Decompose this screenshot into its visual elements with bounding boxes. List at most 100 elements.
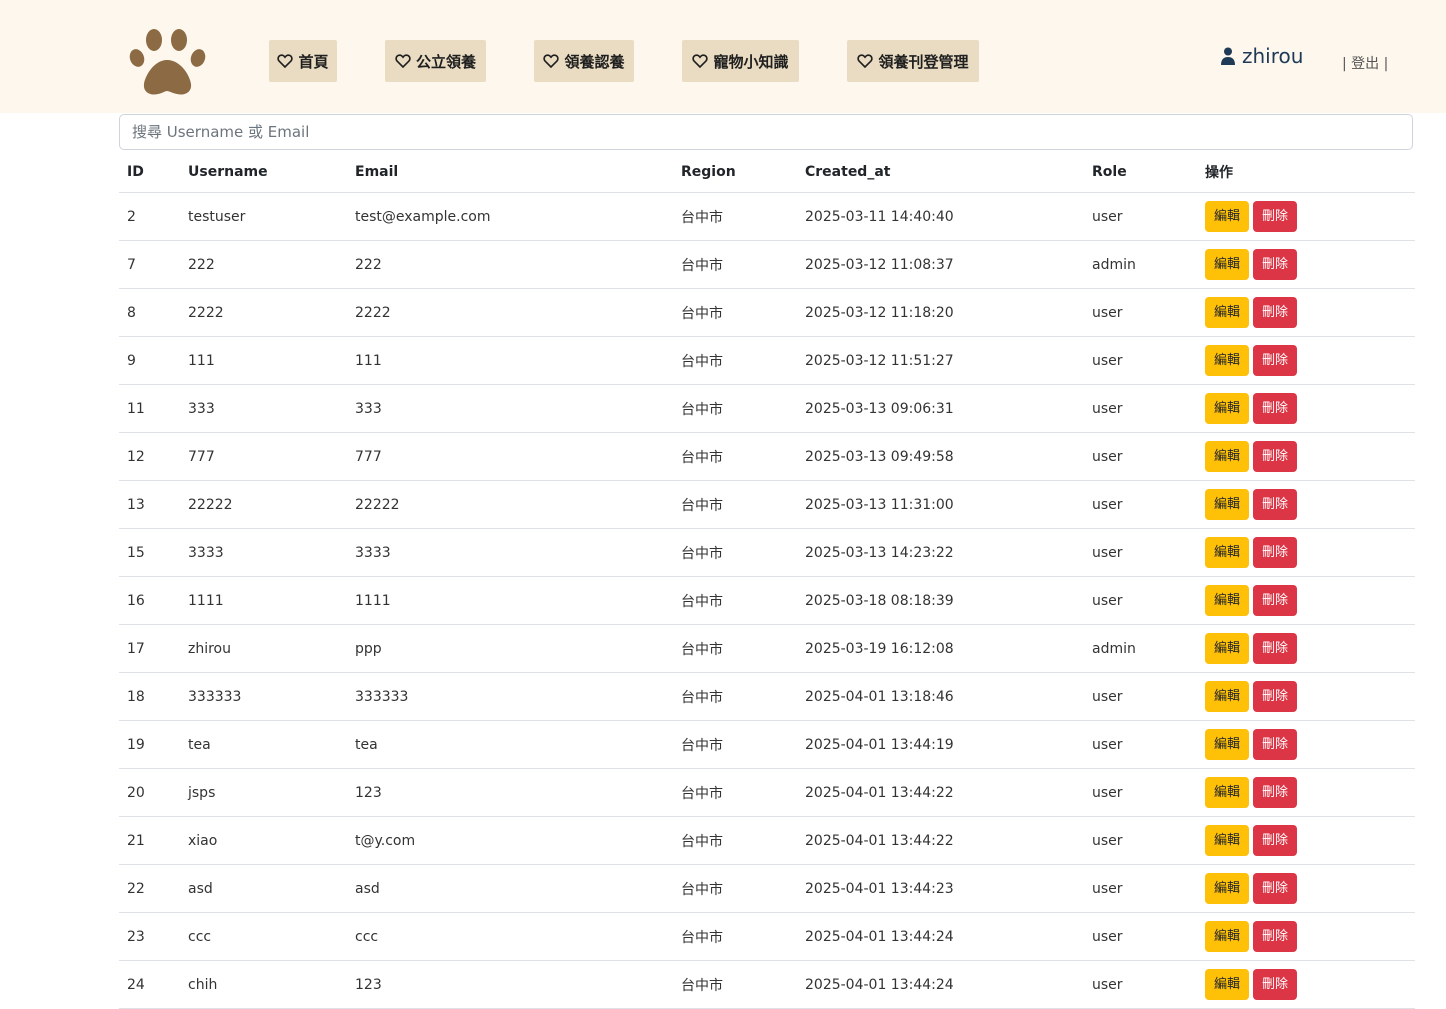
paw-logo-icon[interactable] [128, 26, 208, 98]
edit-button[interactable]: 編輯 [1205, 297, 1250, 328]
cell-id: 9 [119, 336, 180, 385]
delete-button[interactable]: 刪除 [1253, 921, 1298, 952]
delete-button[interactable]: 刪除 [1253, 969, 1298, 1000]
cell-region: 台中市 [673, 528, 797, 577]
nav-home-label: 首頁 [298, 52, 329, 71]
table-row: 19 tea tea 台中市 2025-04-01 13:44:19 user 編輯 刪除 [119, 720, 1415, 769]
table-row: 23 ccc ccc 台中市 2025-04-01 13:44:24 user 編輯 刪除 [119, 912, 1415, 961]
edit-button[interactable]: 編輯 [1205, 633, 1250, 664]
cell-created-at: 2025-03-13 09:49:58 [797, 432, 1084, 481]
cell-role: user [1084, 288, 1197, 337]
delete-button[interactable]: 刪除 [1253, 729, 1298, 760]
cell-username: zhirou [180, 624, 347, 673]
table-row: 21 xiao t@y.com 台中市 2025-04-01 13:44:22 user 編… [119, 816, 1415, 865]
cell-region: 台中市 [673, 864, 797, 913]
delete-button[interactable]: 刪除 [1253, 681, 1298, 712]
user-icon [1221, 47, 1235, 65]
cell-created-at: 2025-04-01 13:44:19 [797, 720, 1084, 769]
nav-pet-knowledge-label: 寵物小知識 [713, 52, 789, 71]
delete-button[interactable]: 刪除 [1253, 201, 1298, 232]
col-header-id: ID [119, 152, 180, 193]
cell-username: 1111 [180, 576, 347, 625]
nav-home[interactable]: 首頁 [269, 40, 337, 82]
cell-username: 111 [180, 336, 347, 385]
cell-username: xiao [180, 816, 347, 865]
cell-id: 23 [119, 912, 180, 961]
delete-button[interactable]: 刪除 [1253, 297, 1298, 328]
cell-username: asd [180, 864, 347, 913]
delete-button[interactable]: 刪除 [1253, 249, 1298, 280]
cell-role: user [1084, 672, 1197, 721]
nav-listing-management-label: 領養刊登管理 [878, 52, 969, 71]
delete-button[interactable]: 刪除 [1253, 345, 1298, 376]
edit-button[interactable]: 編輯 [1205, 537, 1250, 568]
edit-button[interactable]: 編輯 [1205, 585, 1250, 616]
cell-username: 3333 [180, 528, 347, 577]
edit-button[interactable]: 編輯 [1205, 969, 1250, 1000]
nav-adopt-foster[interactable]: 領養認養 [534, 40, 634, 82]
user-profile[interactable]: zhirou [1220, 44, 1303, 68]
users-table: ID Username Email Region Created_at Role 操作 2t… [119, 152, 1415, 1009]
cell-id: 24 [119, 960, 180, 1009]
cell-created-at: 2025-04-01 13:44:22 [797, 816, 1084, 865]
edit-button[interactable]: 編輯 [1205, 873, 1250, 904]
cell-actions: 編輯 刪除 [1197, 720, 1415, 769]
cell-created-at: 2025-03-11 14:40:40 [797, 192, 1084, 241]
cell-id: 21 [119, 816, 180, 865]
delete-button[interactable]: 刪除 [1253, 585, 1298, 616]
edit-button[interactable]: 編輯 [1205, 681, 1250, 712]
cell-region: 台中市 [673, 480, 797, 529]
cell-created-at: 2025-04-01 13:44:24 [797, 912, 1084, 961]
edit-button[interactable]: 編輯 [1205, 249, 1250, 280]
cell-actions: 編輯 刪除 [1197, 336, 1415, 385]
delete-button[interactable]: 刪除 [1253, 873, 1298, 904]
cell-region: 台中市 [673, 240, 797, 289]
search-input[interactable] [119, 114, 1413, 150]
table-row: 18 333333 333333 台中市 2025-04-01 13:18:46 user… [119, 672, 1415, 721]
cell-email: 1111 [347, 576, 673, 625]
cell-email: 111 [347, 336, 673, 385]
cell-role: user [1084, 192, 1197, 241]
nav-pet-knowledge[interactable]: 寵物小知識 [682, 40, 799, 82]
nav-public-adoption[interactable]: 公立領養 [385, 40, 486, 82]
logout-link[interactable]: | 登出 | [1342, 53, 1388, 73]
cell-id: 18 [119, 672, 180, 721]
cell-role: user [1084, 384, 1197, 433]
heart-icon [277, 54, 294, 69]
cell-region: 台中市 [673, 288, 797, 337]
col-header-created-at: Created_at [797, 152, 1084, 193]
delete-button[interactable]: 刪除 [1253, 633, 1298, 664]
edit-button[interactable]: 編輯 [1205, 441, 1250, 472]
delete-button[interactable]: 刪除 [1253, 489, 1298, 520]
cell-email: asd [347, 864, 673, 913]
edit-button[interactable]: 編輯 [1205, 393, 1250, 424]
delete-button[interactable]: 刪除 [1253, 393, 1298, 424]
delete-button[interactable]: 刪除 [1253, 441, 1298, 472]
cell-id: 7 [119, 240, 180, 289]
delete-button[interactable]: 刪除 [1253, 825, 1298, 856]
edit-button[interactable]: 編輯 [1205, 201, 1250, 232]
cell-created-at: 2025-03-13 14:23:22 [797, 528, 1084, 577]
edit-button[interactable]: 編輯 [1205, 777, 1250, 808]
edit-button[interactable]: 編輯 [1205, 345, 1250, 376]
edit-button[interactable]: 編輯 [1205, 921, 1250, 952]
nav-listing-management[interactable]: 領養刊登管理 [847, 40, 979, 82]
delete-button[interactable]: 刪除 [1253, 777, 1298, 808]
cell-role: user [1084, 816, 1197, 865]
cell-id: 19 [119, 720, 180, 769]
edit-button[interactable]: 編輯 [1205, 729, 1250, 760]
heart-icon [543, 54, 560, 69]
delete-button[interactable]: 刪除 [1253, 537, 1298, 568]
cell-region: 台中市 [673, 960, 797, 1009]
edit-button[interactable]: 編輯 [1205, 825, 1250, 856]
cell-actions: 編輯 刪除 [1197, 240, 1415, 289]
cell-created-at: 2025-04-01 13:18:46 [797, 672, 1084, 721]
nav-public-adoption-label: 公立領養 [415, 52, 476, 71]
cell-id: 20 [119, 768, 180, 817]
nav-adopt-foster-label: 領養認養 [564, 52, 625, 71]
edit-button[interactable]: 編輯 [1205, 489, 1250, 520]
cell-email: 2222 [347, 288, 673, 337]
cell-created-at: 2025-03-13 11:31:00 [797, 480, 1084, 529]
heart-icon [692, 54, 709, 69]
col-header-role: Role [1084, 152, 1197, 193]
